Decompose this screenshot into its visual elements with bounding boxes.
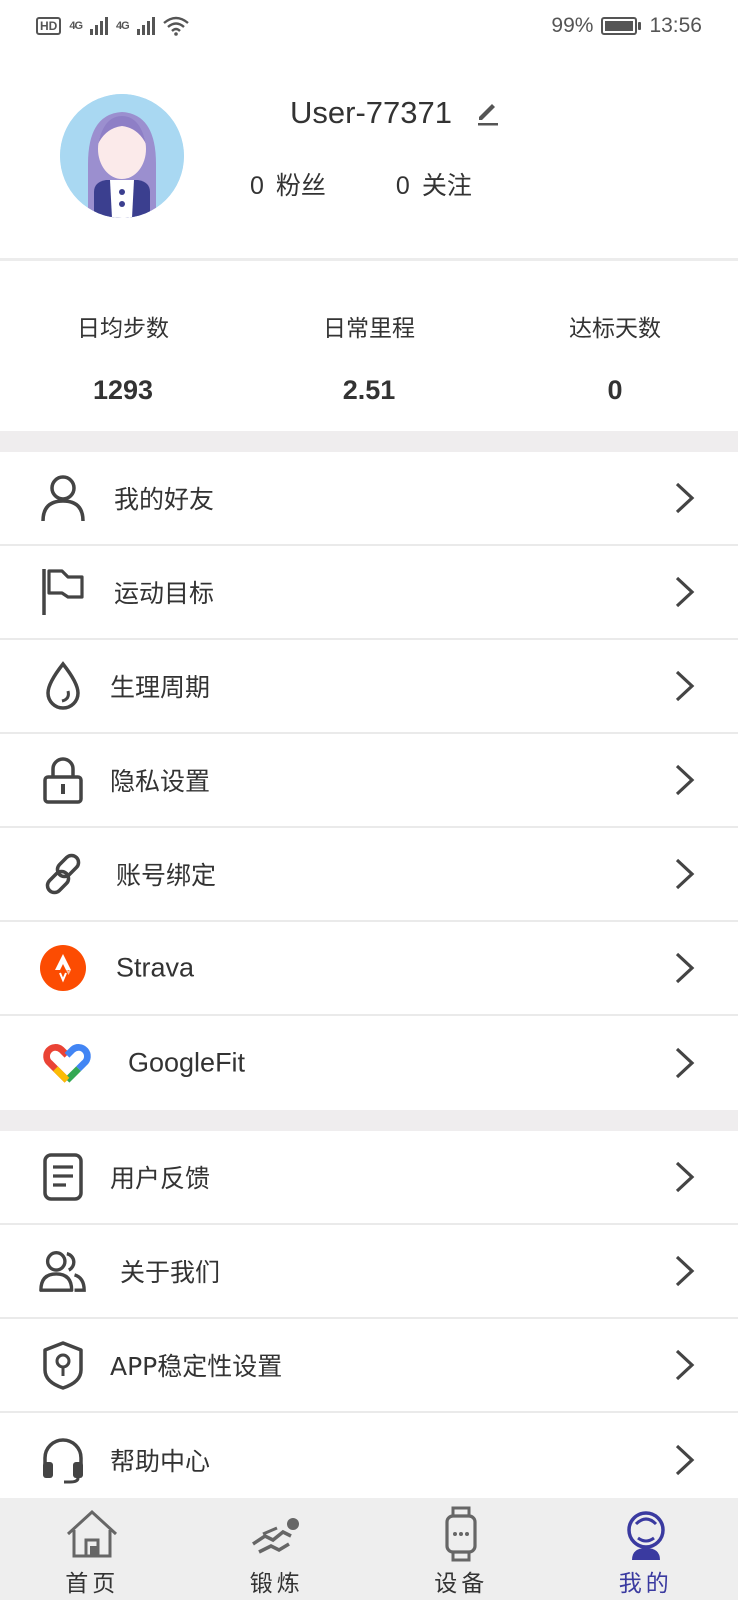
chevron-right-icon <box>675 670 695 702</box>
people-icon <box>38 1246 88 1296</box>
runner-icon <box>251 1518 299 1554</box>
menu-item-googlefit[interactable]: GoogleFit <box>0 1016 738 1110</box>
fans-label: 粉丝 <box>275 171 326 200</box>
menu-label: 关于我们 <box>120 1258 221 1287</box>
tab-device[interactable]: 设备 <box>369 1498 554 1600</box>
document-icon <box>38 1152 88 1202</box>
clock: 13:56 <box>649 14 702 37</box>
chevron-right-icon <box>675 764 695 796</box>
wifi-icon <box>162 16 189 36</box>
chevron-right-icon <box>675 1255 695 1287</box>
chevron-right-icon <box>675 576 695 608</box>
signal-icon-1 <box>90 17 109 35</box>
section-gap <box>0 431 738 452</box>
signal-label-2: 4G <box>116 20 130 32</box>
tab-label: 锻炼 <box>249 1571 304 1597</box>
chevron-right-icon <box>675 858 695 890</box>
menu-item-feedback[interactable]: 用户反馈 <box>0 1131 738 1225</box>
menu-label: APP稳定性设置 <box>110 1352 283 1381</box>
menu-group-1: 我的好友 运动目标 生理周期 隐私设置 账号绑定 Strava GoogleFi… <box>0 452 738 1110</box>
tab-label: 我的 <box>618 1571 673 1597</box>
battery-percent: 99% <box>551 14 594 37</box>
menu-item-friends[interactable]: 我的好友 <box>0 452 738 546</box>
tab-me[interactable]: 我的 <box>554 1498 738 1600</box>
menu-item-about[interactable]: 关于我们 <box>0 1225 738 1319</box>
googlefit-icon <box>42 1038 92 1088</box>
menu-item-privacy[interactable]: 隐私设置 <box>0 734 738 828</box>
stat-value: 1293 <box>92 375 154 405</box>
chevron-right-icon <box>675 1161 695 1193</box>
menu-group-2: 用户反馈 关于我们 APP稳定性设置 帮助中心 <box>0 1131 738 1507</box>
profile-header: User-77371 0 粉丝 0 关注 <box>0 52 738 258</box>
menu-label: 生理周期 <box>110 673 211 702</box>
chevron-right-icon <box>675 1349 695 1381</box>
link-icon <box>38 849 88 899</box>
menu-item-account-binding[interactable]: 账号绑定 <box>0 828 738 922</box>
menu-label: 隐私设置 <box>110 767 211 796</box>
menu-label: 用户反馈 <box>110 1164 211 1193</box>
menu-item-cycle[interactable]: 生理周期 <box>0 640 738 734</box>
menu-item-app-stability[interactable]: APP稳定性设置 <box>0 1319 738 1413</box>
menu-label: Strava <box>116 952 195 983</box>
lock-icon <box>38 755 88 805</box>
following-label: 关注 <box>421 171 472 200</box>
profile-icon <box>627 1511 665 1560</box>
home-icon <box>67 1509 118 1558</box>
menu-item-help[interactable]: 帮助中心 <box>0 1413 738 1507</box>
menu-label: 帮助中心 <box>110 1447 211 1476</box>
drop-icon <box>38 661 88 711</box>
username: User-77371 <box>290 95 452 130</box>
status-left: HD 4G 4G <box>36 16 189 36</box>
flag-icon <box>38 567 88 617</box>
chevron-right-icon <box>675 1047 695 1079</box>
chevron-right-icon <box>675 952 695 984</box>
edit-icon[interactable] <box>474 99 502 127</box>
stat-goal-days: 达标天数 0 <box>492 261 738 431</box>
following-count: 0 <box>395 172 410 200</box>
tab-home[interactable]: 首页 <box>0 1498 185 1600</box>
tab-label: 首页 <box>65 1571 120 1597</box>
avatar-image <box>60 94 184 218</box>
hd-icon: HD <box>36 17 62 35</box>
stat-value: 2.51 <box>342 375 396 405</box>
signal-label-1: 4G <box>69 20 83 32</box>
stat-label: 日均步数 <box>77 316 169 342</box>
menu-item-sport-goal[interactable]: 运动目标 <box>0 546 738 640</box>
following-stat[interactable]: 0 关注 <box>396 166 472 202</box>
fans-count: 0 <box>250 172 264 200</box>
bottom-tab-bar: 首页 锻炼 设备 我的 <box>0 1498 738 1600</box>
follow-row: 0 粉丝 0 关注 <box>250 166 472 202</box>
watch-icon <box>445 1506 477 1562</box>
stat-daily-steps: 日均步数 1293 <box>0 261 246 431</box>
fans-stat[interactable]: 0 粉丝 <box>250 166 326 202</box>
status-right: 99% 13:56 <box>551 14 702 38</box>
menu-item-strava[interactable]: Strava <box>0 922 738 1016</box>
chevron-right-icon <box>675 1444 695 1476</box>
menu-label: 我的好友 <box>114 485 215 514</box>
avatar[interactable] <box>60 94 184 218</box>
menu-label: GoogleFit <box>128 1047 246 1078</box>
stat-value: 0 <box>607 375 623 405</box>
signal-icon-2 <box>136 17 155 35</box>
username-row: User-77371 <box>290 95 502 131</box>
tab-exercise[interactable]: 锻炼 <box>185 1498 370 1600</box>
stat-label: 达标天数 <box>569 316 661 342</box>
shield-icon <box>38 1340 88 1390</box>
stat-daily-distance: 日常里程 2.51 <box>246 261 492 431</box>
headset-icon <box>38 1435 88 1485</box>
chevron-right-icon <box>675 482 695 514</box>
battery-icon <box>601 17 642 35</box>
user-icon <box>38 473 88 523</box>
stats-row: 日均步数 1293 日常里程 2.51 达标天数 0 <box>0 261 738 431</box>
tab-label: 设备 <box>434 1571 489 1597</box>
strava-icon <box>38 943 88 993</box>
section-gap <box>0 1110 738 1131</box>
stat-label: 日常里程 <box>323 316 415 342</box>
menu-label: 账号绑定 <box>116 861 217 890</box>
status-bar: HD 4G 4G 99% 13:56 <box>0 0 738 52</box>
menu-label: 运动目标 <box>114 579 215 608</box>
